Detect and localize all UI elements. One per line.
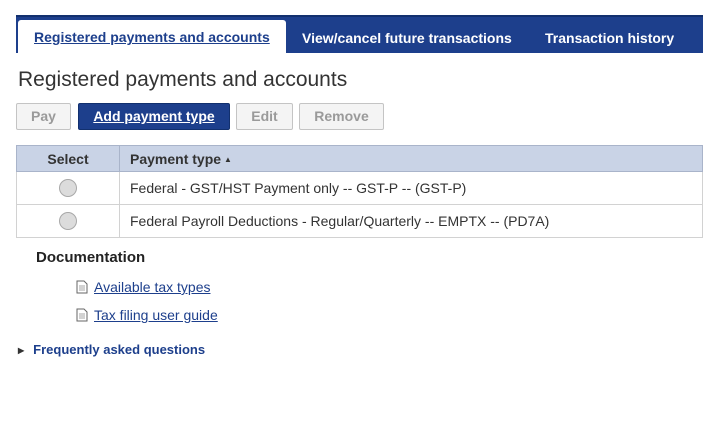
documentation-heading: Documentation bbox=[36, 249, 146, 266]
faq-label: Frequently asked questions bbox=[33, 342, 206, 357]
tab-bar: Registered payments and accounts View/ca… bbox=[16, 15, 703, 55]
doc-item-available-tax-types: Available tax types bbox=[76, 279, 210, 297]
faq-toggle[interactable]: ▶ Frequently asked questions bbox=[18, 342, 205, 357]
table-row: Federal - GST/HST Payment only -- GST-P … bbox=[16, 171, 703, 205]
payment-type-cell: Federal Payroll Deductions - Regular/Qua… bbox=[119, 204, 703, 238]
payment-type-header-label: Payment type bbox=[130, 150, 222, 167]
document-icon bbox=[76, 308, 88, 325]
payment-types-table: Select Payment type ▲ Federal - GST/HST P… bbox=[16, 145, 703, 238]
select-header-label: Select bbox=[47, 150, 89, 167]
tab-registered-payments[interactable]: Registered payments and accounts bbox=[18, 20, 286, 55]
row-radio-button[interactable] bbox=[59, 212, 77, 231]
payment-type-cell: Federal - GST/HST Payment only -- GST-P … bbox=[119, 171, 703, 205]
table-header-row: Select Payment type ▲ bbox=[16, 145, 703, 172]
tab-future-transactions[interactable]: View/cancel future transactions bbox=[302, 21, 512, 55]
tax-filing-user-guide-link[interactable]: Tax filing user guide bbox=[94, 307, 218, 323]
payment-type-column-header[interactable]: Payment type ▲ bbox=[119, 145, 703, 172]
edit-button[interactable]: Edit bbox=[236, 103, 293, 130]
row-radio-button[interactable] bbox=[59, 179, 77, 198]
tab-transaction-history[interactable]: Transaction history bbox=[545, 21, 674, 55]
tab-future-transactions-label: View/cancel future transactions bbox=[302, 30, 512, 46]
sort-ascending-icon: ▲ bbox=[224, 154, 232, 164]
document-icon bbox=[76, 280, 88, 297]
tab-transaction-history-label: Transaction history bbox=[545, 30, 675, 46]
add-payment-type-button[interactable]: Add payment type bbox=[78, 103, 230, 130]
pay-button[interactable]: Pay bbox=[16, 103, 71, 130]
table-row: Federal Payroll Deductions - Regular/Qua… bbox=[16, 204, 703, 238]
select-column-header: Select bbox=[16, 145, 120, 172]
tab-registered-payments-label: Registered payments and accounts bbox=[34, 29, 270, 45]
select-cell bbox=[16, 204, 120, 238]
caret-right-icon: ▶ bbox=[18, 346, 25, 355]
page-title: Registered payments and accounts bbox=[18, 68, 348, 91]
doc-item-tax-filing-guide: Tax filing user guide bbox=[76, 307, 218, 325]
select-cell bbox=[16, 171, 120, 205]
remove-button[interactable]: Remove bbox=[299, 103, 384, 130]
available-tax-types-link[interactable]: Available tax types bbox=[94, 279, 210, 295]
